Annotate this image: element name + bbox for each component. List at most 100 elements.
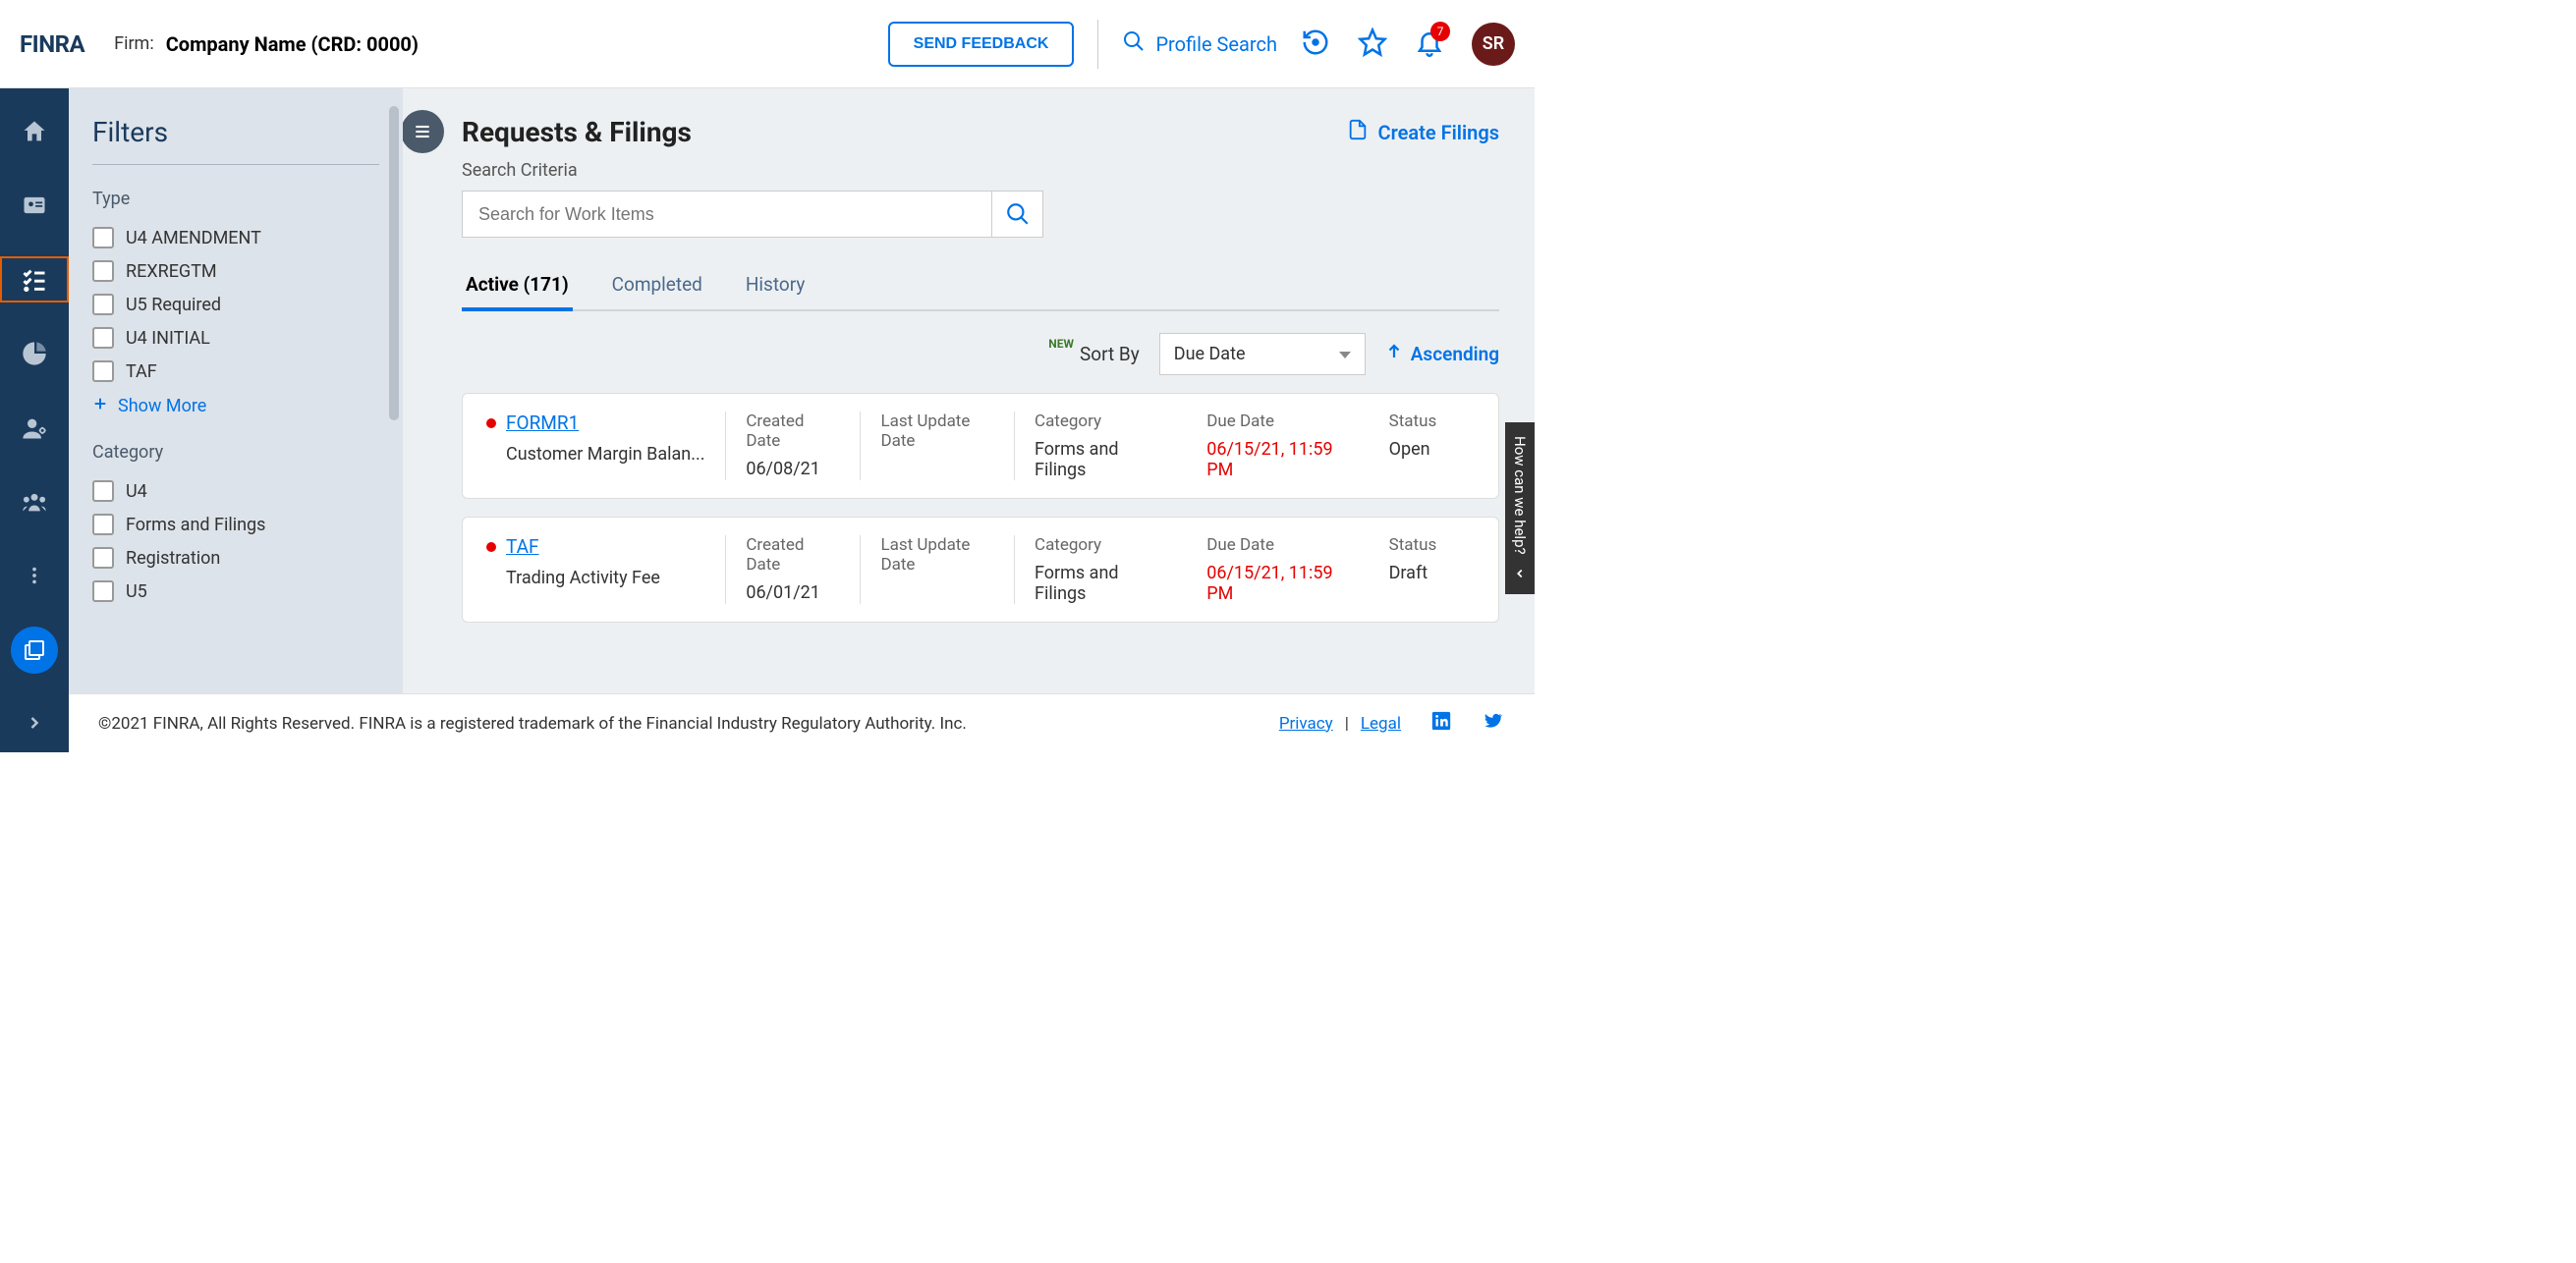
help-tab[interactable]: How can we help? [1505,422,1535,594]
collapse-filters-button[interactable] [403,110,444,153]
bell-icon[interactable]: 7 [1415,27,1444,61]
search-button[interactable] [992,191,1043,238]
work-item-subtitle: Customer Margin Balan... [506,444,705,465]
filter-label: U4 [126,481,147,502]
divider: | [1345,714,1349,734]
arrow-up-icon [1385,343,1403,365]
nav-profile[interactable] [0,182,69,228]
col-label: Status [1389,412,1475,431]
help-tab-label: How can we help? [1511,436,1529,555]
col-label: Last Update Date [880,412,994,451]
col-label: Due Date [1206,535,1359,555]
avatar[interactable]: SR [1472,23,1515,66]
nav-admin[interactable] [0,405,69,451]
filter-label: REXREGTM [126,261,217,282]
checkbox[interactable] [92,514,114,535]
send-feedback-button[interactable]: SEND FEEDBACK [888,22,1075,67]
show-more-label: Show More [118,396,206,416]
history-icon[interactable] [1301,27,1330,61]
filter-type-label: Type [92,189,379,209]
nav-home[interactable] [0,108,69,154]
privacy-link[interactable]: Privacy [1279,714,1333,734]
filters-title: Filters [92,116,379,165]
tab-active[interactable]: Active (171) [462,265,573,311]
nav-more[interactable] [0,553,69,599]
filter-label: U4 INITIAL [126,328,210,349]
nav-windows-button[interactable] [11,627,58,674]
filter-category-label: Category [92,442,379,463]
sort-order-toggle[interactable]: Ascending [1385,343,1499,365]
filter-type-item[interactable]: TAF [92,355,379,388]
col-label: Category [1035,412,1157,431]
filter-category-item[interactable]: U4 [92,474,379,508]
due-date: 06/15/21, 11:59 PM [1206,439,1359,480]
page-title: Requests & Filings [462,116,1347,148]
checkbox[interactable] [92,360,114,382]
work-item-link[interactable]: TAF [486,535,705,558]
scrollbar[interactable] [389,106,399,420]
notification-badge: 7 [1430,22,1450,41]
filters-panel: Filters Type U4 AMENDMENT REXREGTM U5 Re… [69,88,403,693]
created-date: 06/08/21 [746,459,840,479]
show-more-button[interactable]: Show More [92,388,379,424]
firm-label: Firm: [114,33,154,54]
nav-tasks[interactable] [0,256,69,303]
due-date: 06/15/21, 11:59 PM [1206,563,1359,604]
work-item-row: FORMR1 Customer Margin Balan... Created … [462,393,1499,499]
filter-label: Registration [126,548,220,569]
category-value: Forms and Filings [1035,563,1157,604]
checkbox[interactable] [92,327,114,349]
checkbox[interactable] [92,580,114,602]
col-label: Created Date [746,412,840,451]
star-icon[interactable] [1358,27,1387,61]
checkbox[interactable] [92,260,114,282]
col-label: Last Update Date [880,535,994,575]
footer-copyright: ©2021 FINRA, All Rights Reserved. FINRA … [98,714,967,734]
checkbox[interactable] [92,547,114,569]
filter-label: TAF [126,361,157,382]
content-area: Requests & Filings Create Filings Search… [403,88,1535,693]
legal-link[interactable]: Legal [1361,714,1401,734]
filter-category-item[interactable]: U5 [92,575,379,608]
col-label: Created Date [746,535,840,575]
divider [1097,20,1098,69]
nav-groups[interactable] [0,478,69,524]
filter-category-item[interactable]: Registration [92,541,379,575]
filter-type-item[interactable]: U4 INITIAL [92,321,379,355]
create-filings-link[interactable]: Create Filings [1347,119,1499,145]
checkbox[interactable] [92,227,114,248]
sort-order-label: Ascending [1411,343,1499,365]
filter-type-item[interactable]: REXREGTM [92,254,379,288]
work-item-link[interactable]: FORMR1 [486,412,705,434]
filter-type-item[interactable]: U5 Required [92,288,379,321]
filter-type-item[interactable]: U4 AMENDMENT [92,221,379,254]
side-nav [0,88,69,693]
sort-by-label: Sort By [1080,343,1140,365]
plus-icon [92,396,108,416]
tab-completed[interactable]: Completed [608,265,706,311]
nav-reports[interactable] [0,330,69,376]
linkedin-icon[interactable] [1430,710,1452,737]
firm-name: Company Name (CRD: 0000) [166,32,419,56]
twitter-icon[interactable] [1482,710,1503,737]
status-value: Draft [1389,563,1475,583]
filter-category-item[interactable]: Forms and Filings [92,508,379,541]
new-badge: NEW [1048,337,1074,351]
work-item-subtitle: Trading Activity Fee [506,568,705,588]
status-dot-icon [486,542,496,552]
work-item-id: TAF [506,535,539,558]
filter-label: U5 Required [126,295,221,315]
col-label: Category [1035,535,1157,555]
sort-by-select[interactable]: Due Date [1159,333,1366,375]
status-dot-icon [486,418,496,428]
tab-history[interactable]: History [742,265,809,311]
expand-nav-button[interactable] [0,693,69,752]
status-value: Open [1389,439,1475,460]
work-item-id: FORMR1 [506,412,579,434]
checkbox[interactable] [92,294,114,315]
filter-label: U5 [126,581,147,602]
checkbox[interactable] [92,480,114,502]
profile-search-link[interactable]: Profile Search [1122,29,1277,58]
search-input[interactable] [462,191,992,238]
chevron-left-icon [1511,567,1529,580]
